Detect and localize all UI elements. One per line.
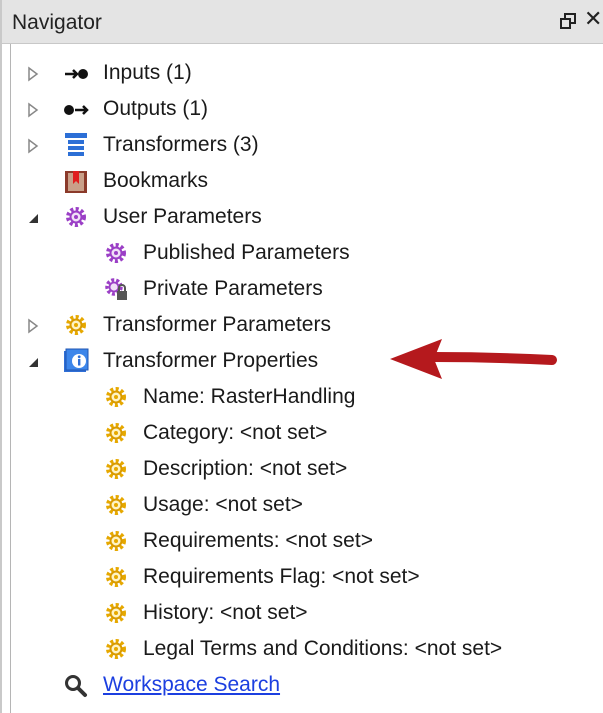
tree-item-label: Transformer Parameters [103,313,331,336]
tree-item-inputs[interactable]: Inputs (1) [11,56,601,92]
workspace-search-link[interactable]: Workspace Search [103,673,280,697]
tree-item-property[interactable]: History: <not set> [11,596,601,632]
transformers-stack-icon [65,133,87,156]
tree-item-label: Outputs (1) [103,97,209,120]
yellow-gear-icon [106,531,126,551]
yellow-gear-icon [106,495,126,515]
search-icon [65,675,87,697]
close-icon[interactable]: ✕ [584,7,602,32]
tree-item-label: Description: <not set> [143,457,348,480]
tree-item-label: Private Parameters [143,277,323,300]
bookmark-icon [65,171,87,193]
tree-item-label: Requirements: <not set> [143,529,373,552]
tree-item-private-parameters[interactable]: Private Parameters [11,272,601,308]
tree-item-property[interactable]: Requirements Flag: <not set> [11,560,601,596]
tree-item-label: Category: <not set> [143,421,328,444]
purple-gear-icon [66,207,86,227]
tree-item-property[interactable]: Legal Terms and Conditions: <not set> [11,632,601,668]
tree-item-label: Bookmarks [103,169,209,192]
navigator-panel: Navigator ✕ Inputs (1) Outputs (1) Trans… [0,0,603,713]
yellow-gear-icon [106,603,126,623]
tree-item-user-parameters[interactable]: User Parameters [11,200,601,236]
tree-item-outputs[interactable]: Outputs (1) [11,92,601,128]
title-bar: Navigator ✕ [2,0,603,44]
float-window-icon[interactable] [558,11,578,31]
yellow-gear-icon [106,639,126,659]
tree-item-property[interactable]: Category: <not set> [11,416,601,452]
expand-collapsed-icon[interactable] [25,138,41,154]
tree-item-transformers[interactable]: Transformers (3) [11,128,601,164]
yellow-gear-icon [106,387,126,407]
expand-collapsed-icon[interactable] [25,66,41,82]
tree-item-label: Transformer Properties [103,349,319,372]
tree-item-label: Name: RasterHandling [143,385,356,408]
workspace-search-row[interactable]: Workspace Search [11,668,601,704]
yellow-gear-icon [106,459,126,479]
private-gear-lock-icon [105,278,127,300]
tree-item-label: Requirements Flag: <not set> [143,565,420,588]
tree-item-label: Inputs (1) [103,61,192,84]
yellow-gear-icon [66,315,86,335]
tree-item-label: Legal Terms and Conditions: <not set> [143,637,503,660]
tree-item-property[interactable]: Requirements: <not set> [11,524,601,560]
tree-item-label: User Parameters [103,205,262,228]
info-icon [64,348,89,372]
expand-collapsed-icon[interactable] [25,102,41,118]
tree-item-bookmarks[interactable]: Bookmarks [11,164,601,200]
tree-item-label: History: <not set> [143,601,308,624]
annotation-arrow-icon [390,339,557,379]
expand-collapsed-icon[interactable] [25,318,41,334]
input-port-icon [65,69,88,79]
yellow-gear-icon [106,567,126,587]
tree-item-property[interactable]: Name: RasterHandling [11,380,601,416]
tree-item-label: Published Parameters [143,241,350,264]
tree-item-published-parameters[interactable]: Published Parameters [11,236,601,272]
purple-gear-icon [106,243,126,263]
expand-expanded-icon[interactable] [25,354,41,370]
tree-item-property[interactable]: Description: <not set> [11,452,601,488]
tree-item-property[interactable]: Usage: <not set> [11,488,601,524]
expand-expanded-icon[interactable] [25,210,41,226]
tree-item-label: Transformers (3) [103,133,259,156]
output-port-icon [64,105,89,115]
panel-title: Navigator [12,11,102,34]
tree-item-label: Usage: <not set> [143,493,303,516]
yellow-gear-icon [106,423,126,443]
